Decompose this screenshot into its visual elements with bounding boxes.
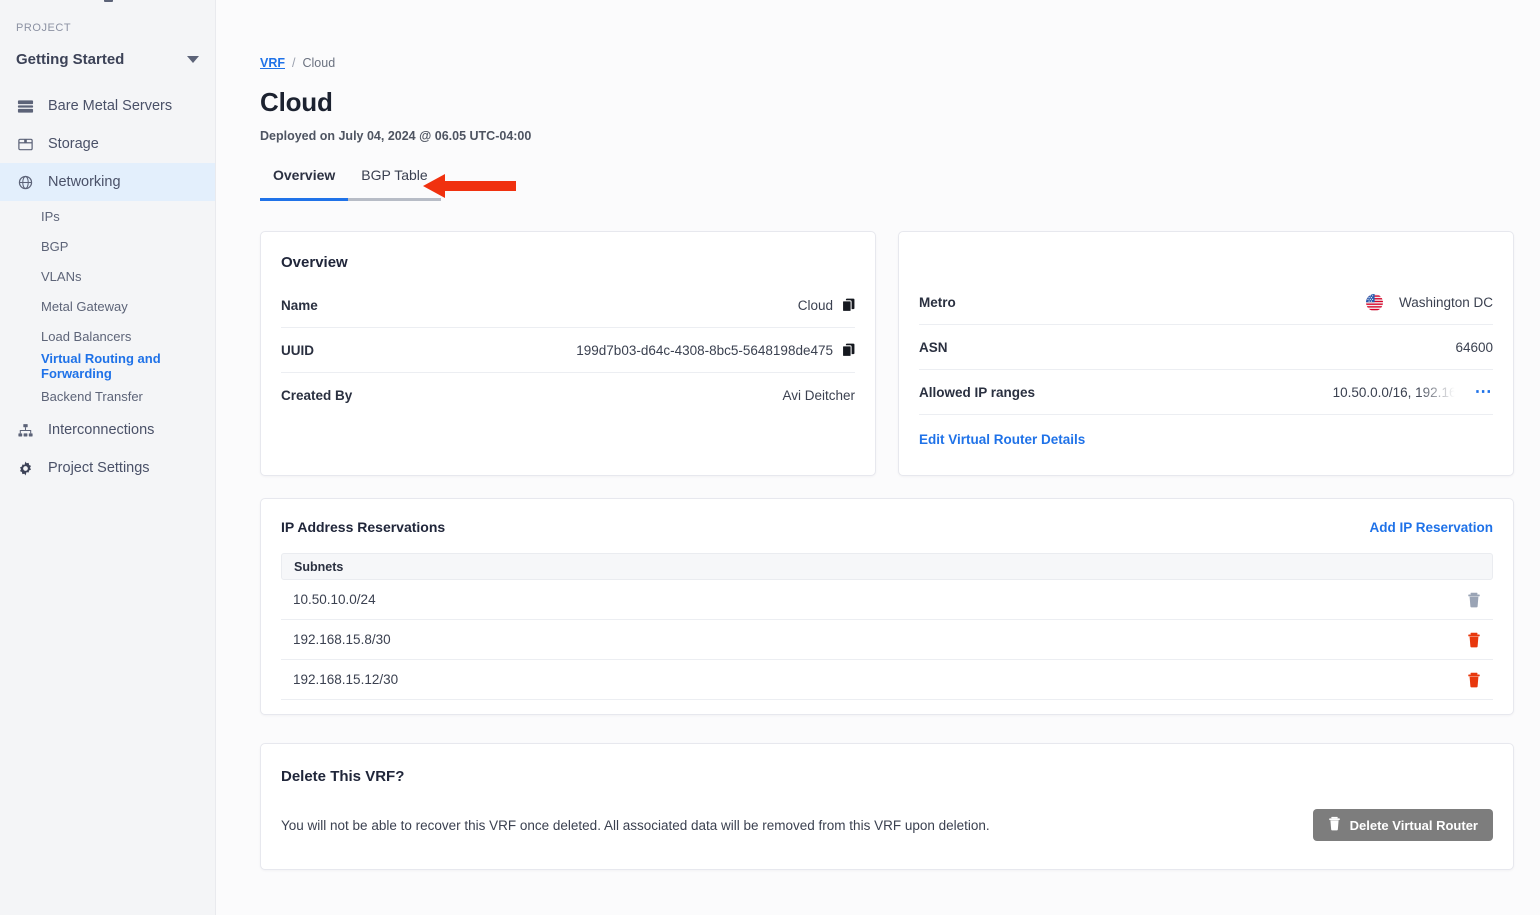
breadcrumb: VRF / Cloud — [260, 0, 1514, 70]
breadcrumb-link-vrf[interactable]: VRF — [260, 56, 285, 70]
overview-row-value: Avi Deitcher — [782, 388, 855, 403]
sidebar-item-label: Storage — [48, 136, 99, 152]
sidebar-subitem-bgp[interactable]: BGP — [0, 231, 215, 261]
add-ip-reservation-link[interactable]: Add IP Reservation — [1369, 520, 1493, 535]
router-row-asn: ASN 64600 — [919, 325, 1493, 370]
sidebar-item-storage[interactable]: Storage — [0, 125, 215, 163]
tab-bar: Overview BGP Table — [260, 167, 1514, 201]
trash-icon — [1463, 589, 1485, 611]
page-title: Cloud — [260, 87, 333, 117]
overview-row-name: Name Cloud — [281, 283, 855, 328]
server-icon — [16, 97, 34, 115]
sidebar-item-label: Interconnections — [48, 422, 155, 438]
sidebar-subitem-backend-transfer[interactable]: Backend Transfer — [0, 381, 215, 411]
sidebar: PROJECT Getting Started Bare Metal Serve… — [0, 0, 216, 915]
sidebar-subitem-label: Backend Transfer — [41, 388, 143, 404]
ellipsis-icon[interactable]: ⋯ — [1475, 383, 1493, 400]
trash-icon[interactable] — [1463, 669, 1485, 691]
sidebar-item-networking[interactable]: Networking — [0, 163, 215, 201]
sidebar-item-label: Networking — [48, 174, 121, 190]
gear-icon — [16, 459, 34, 477]
sidebar-subitem-label: Virtual Routing and Forwarding — [41, 351, 161, 381]
delete-virtual-router-button[interactable]: Delete Virtual Router — [1312, 809, 1493, 841]
tab-bgp-table[interactable]: BGP Table — [348, 167, 442, 201]
allowed-ip-ranges-value: 10.50.0.0/16, 192.168.0.0/16 — [1332, 384, 1463, 400]
sidebar-subitem-label: Metal Gateway — [41, 298, 128, 314]
router-row-value: Washington DC — [1365, 293, 1493, 311]
storage-box-icon — [16, 135, 34, 153]
tab-overview[interactable]: Overview — [260, 167, 349, 201]
delete-vrf-description: You will not be able to recover this VRF… — [281, 817, 990, 833]
globe-icon — [16, 173, 34, 191]
router-row-metro: Metro Washington DC — [919, 280, 1493, 325]
app-root: PROJECT Getting Started Bare Metal Serve… — [0, 0, 1540, 915]
overview-row-uuid: UUID 199d7b03-d64c-4308-8bc5-5648198de47… — [281, 328, 855, 373]
table-row: 10.50.10.0/24 — [281, 580, 1493, 620]
overview-row-value: Cloud — [797, 297, 833, 313]
router-row-key: Allowed IP ranges — [919, 384, 1036, 400]
reservations-title: IP Address Reservations — [281, 519, 446, 535]
delete-vrf-row: You will not be able to recover this VRF… — [281, 809, 1493, 841]
overview-row-created-by: Created By Avi Deitcher — [281, 373, 855, 418]
overview-row-value: 199d7b03-d64c-4308-8bc5-5648198de475 — [576, 342, 833, 358]
overview-row-key: Created By — [281, 388, 353, 403]
sidebar-subitem-vlans[interactable]: VLANs — [0, 261, 215, 291]
deployed-timestamp: Deployed on July 04, 2024 @ 06.05 UTC-04… — [260, 129, 532, 143]
summary-cards-row: Overview Name Cloud UUID 199d7b03-d64c-4… — [260, 231, 1514, 476]
overview-card-title: Overview — [281, 254, 348, 271]
trash-icon[interactable] — [1463, 629, 1485, 651]
sidebar-top-nub — [104, 0, 113, 2]
delete-vrf-card: Delete This VRF? You will not be able to… — [260, 743, 1514, 870]
table-row: 192.168.15.8/30 — [281, 620, 1493, 660]
sidebar-item-project-settings[interactable]: Project Settings — [0, 449, 215, 487]
table-column-header-subnets: Subnets — [281, 553, 1493, 580]
sidebar-item-label: Bare Metal Servers — [48, 98, 173, 114]
project-section-label: PROJECT — [16, 22, 72, 34]
delete-vrf-title: Delete This VRF? — [281, 768, 405, 785]
sidebar-subitem-virtual-routing-and-forwarding[interactable]: Virtual Routing and Forwarding — [0, 351, 215, 381]
table-row: 192.168.15.12/30 — [281, 660, 1493, 700]
sitemap-icon — [16, 421, 34, 439]
project-selector[interactable]: Getting Started — [0, 45, 215, 73]
breadcrumb-current: Cloud — [302, 56, 336, 70]
sidebar-subitem-label: BGP — [41, 238, 69, 254]
overview-row-key: UUID — [281, 342, 314, 358]
delete-button-label: Delete Virtual Router — [1349, 817, 1478, 833]
sidebar-subitem-load-balancers[interactable]: Load Balancers — [0, 321, 215, 351]
metro-value-text: Washington DC — [1398, 294, 1493, 310]
ip-address-reservations-card: IP Address Reservations Add IP Reservati… — [260, 498, 1514, 715]
trash-icon — [1328, 816, 1341, 834]
copy-icon[interactable] — [842, 343, 855, 357]
sidebar-item-bare-metal-servers[interactable]: Bare Metal Servers — [0, 87, 215, 125]
copy-icon[interactable] — [842, 298, 855, 312]
subnet-value: 10.50.10.0/24 — [293, 592, 376, 607]
sidebar-subitem-metal-gateway[interactable]: Metal Gateway — [0, 291, 215, 321]
virtual-router-card: Metro Washington DC ASN 64600 Allowed IP… — [898, 231, 1514, 476]
chevron-down-icon — [187, 55, 199, 63]
project-name: Getting Started — [16, 50, 125, 68]
overview-row-key: Name — [281, 297, 318, 313]
sidebar-item-interconnections[interactable]: Interconnections — [0, 411, 215, 449]
sidebar-subitem-label: VLANs — [41, 268, 82, 284]
router-row-key: Metro — [919, 294, 956, 310]
overview-card: Overview Name Cloud UUID 199d7b03-d64c-4… — [260, 231, 876, 476]
us-flag-icon — [1365, 293, 1383, 311]
router-row-value: 64600 — [1455, 339, 1493, 355]
reservations-header: IP Address Reservations Add IP Reservati… — [281, 519, 1493, 535]
main-content: VRF / Cloud Cloud Deployed on July 04, 2… — [216, 0, 1540, 915]
edit-virtual-router-details-link[interactable]: Edit Virtual Router Details — [919, 415, 1085, 447]
subnet-value: 192.168.15.12/30 — [293, 672, 399, 687]
subnet-value: 192.168.15.8/30 — [293, 632, 391, 647]
router-row-key: ASN — [919, 339, 948, 355]
sidebar-subitem-label: IPs — [41, 208, 60, 224]
sidebar-subitem-label: Load Balancers — [41, 328, 132, 344]
sidebar-item-label: Project Settings — [48, 460, 150, 476]
sidebar-subitem-ips[interactable]: IPs — [0, 201, 215, 231]
breadcrumb-separator: / — [292, 56, 296, 70]
router-row-allowed-ip-ranges: Allowed IP ranges 10.50.0.0/16, 192.168.… — [919, 370, 1493, 415]
